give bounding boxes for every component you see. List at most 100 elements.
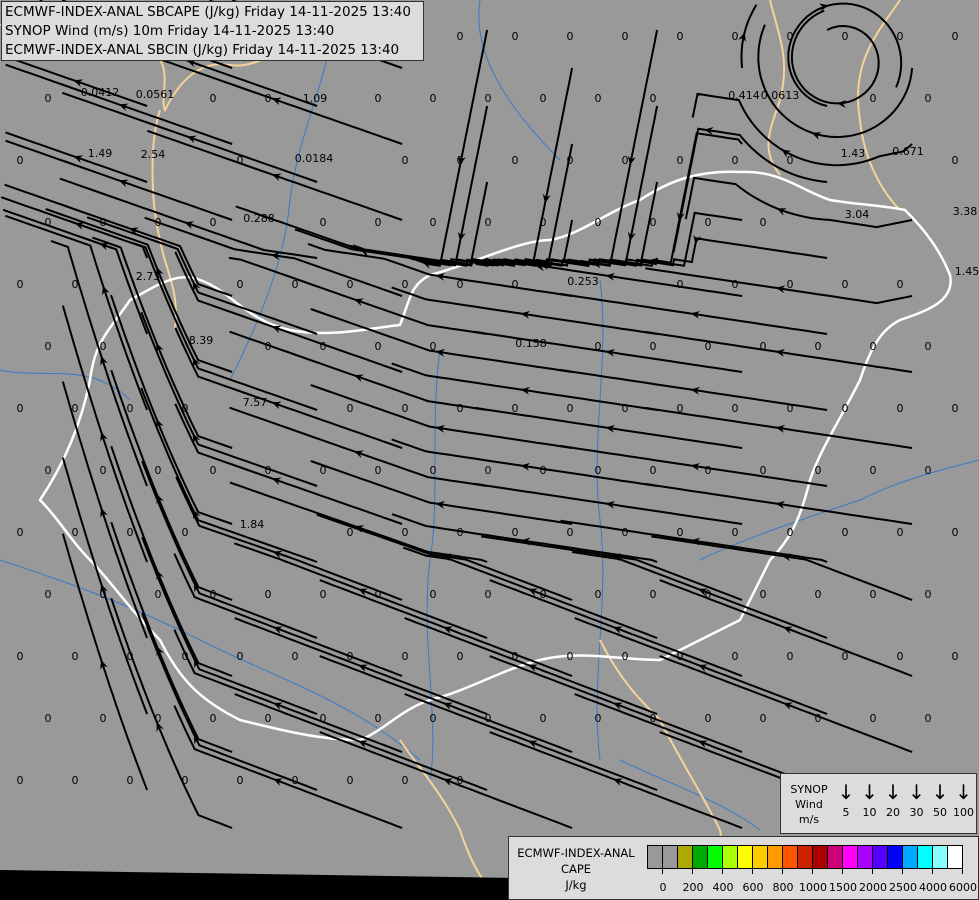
cape-station-value: 0 (457, 154, 464, 167)
streamline-2 (410, 29, 489, 267)
wind-arrow-down-icon: ↓ (861, 780, 878, 804)
colorbar-tick-label: 6000 (949, 881, 977, 894)
cape-station-value: 0 (512, 154, 519, 167)
cape-station-value: 0 (265, 712, 272, 725)
cape-station-value: 0 (375, 712, 382, 725)
weather-map: 0.0412 0.0561 1.09 1.49 2.54 0.0184 0.288 0.414… (0, 0, 979, 900)
synop-wind-legend: SYNOP Wind m/s ↓ 5 ↓ 10 ↓ 20 ↓ 30 ↓ 50 ↓ 100 (780, 773, 977, 834)
cape-station-value: 0 (320, 216, 327, 229)
cape-station-value: 0 (402, 402, 409, 415)
cape-station-value: 0 (760, 464, 767, 477)
colorbar-swatch-2 (678, 846, 693, 868)
river-line (619, 759, 761, 831)
cape-station-value: 0 (815, 588, 822, 601)
cape-station-value: 0 (897, 278, 904, 291)
colorbar-swatch-5 (723, 846, 738, 868)
colorbar (647, 845, 963, 869)
colorbar-tick (812, 868, 813, 874)
cape-station-value: 0 (677, 154, 684, 167)
cape-station-value: 0 (952, 650, 959, 663)
cape-station-value: 0 (705, 340, 712, 353)
synop-legend-item-50: ↓ 50 (929, 778, 951, 820)
cape-station-value: 1.43 (841, 147, 866, 160)
cape-station-value: 0 (567, 402, 574, 415)
streamline-arrow-icon (118, 179, 129, 188)
streamline-51 (133, 242, 318, 411)
cape-station-value: 0 (17, 154, 24, 167)
streamline-arrow-icon (100, 507, 108, 518)
streamline-15 (5, 63, 233, 145)
cape-station-value: 0 (732, 526, 739, 539)
cape-station-value: 0 (375, 588, 382, 601)
cape-station-value: 8.39 (189, 334, 214, 347)
cape-station-value: 0 (457, 402, 464, 415)
wind-arrow-down-icon: ↓ (884, 780, 902, 804)
cape-station-value: 0 (100, 712, 107, 725)
cape-station-value: 0 (705, 588, 712, 601)
cape-station-value: 0 (677, 650, 684, 663)
wind-arrow-down-icon: ↓ (837, 780, 855, 804)
cape-station-value: 0 (72, 650, 79, 663)
cape-station-value: 0 (540, 464, 547, 477)
colorbar-tick-label: 600 (742, 881, 764, 894)
river-line (478, 0, 561, 161)
cape-station-value: 0 (512, 30, 519, 43)
cape-station-value: 0 (870, 340, 877, 353)
colorbar-tick (962, 868, 963, 874)
wind-arrow-down-icon: ↓ (908, 780, 925, 804)
cape-station-value: 0 (870, 712, 877, 725)
synop-legend-item-100: ↓ 100 (953, 778, 975, 820)
colorbar-tick-label: 0 (659, 881, 667, 894)
colorbar-swatch-3 (693, 846, 708, 868)
streamline-86 (173, 553, 403, 677)
cape-station-value: 0 (155, 464, 162, 477)
synop-speed-label: 30 (909, 806, 924, 819)
streamline-61 (140, 311, 318, 487)
cape-station-value: 0 (237, 154, 244, 167)
colorbar-tick-label: 800 (772, 881, 794, 894)
cape-station-value: 0 (567, 650, 574, 663)
colorbar-tick (932, 868, 933, 874)
cape-station-value: 0 (127, 650, 134, 663)
cape-station-value: 0 (567, 526, 574, 539)
cape-station-value: 0 (45, 340, 52, 353)
outside-domain-area (0, 870, 520, 900)
synop-speed-label: 20 (886, 806, 900, 819)
colorbar-tick-label: 4000 (919, 881, 947, 894)
cape-station-value: 0 (952, 526, 959, 539)
cape-station-value: 0 (72, 774, 79, 787)
cape-station-value: 0 (17, 774, 24, 787)
cape-station-value: 0 (925, 588, 932, 601)
cape-station-value: 0 (375, 464, 382, 477)
cape-station-value: 0 (650, 712, 657, 725)
cape-station-value: 0 (485, 92, 492, 105)
cape-station-value: 0 (457, 526, 464, 539)
streamline-46 (174, 251, 403, 373)
cape-station-value: 0 (457, 650, 464, 663)
synop-speed-label: 50 (933, 806, 947, 819)
cape-station-value: 0 (292, 650, 299, 663)
cape-station-value: 2.54 (141, 148, 166, 161)
cape-station-value: 0 (540, 92, 547, 105)
cape-station-value: 0 (210, 588, 217, 601)
colorbar-swatch-20 (948, 846, 962, 868)
cape-legend-title-1: ECMWF-INDEX-ANAL (517, 846, 635, 860)
cape-station-value: 0.0412 (81, 86, 120, 99)
streamline-arrow-icon (100, 431, 108, 442)
cape-station-value: 0 (457, 278, 464, 291)
cape-station-value: 0 (622, 154, 629, 167)
streamline-25 (5, 139, 233, 221)
cape-station-value: 0 (870, 464, 877, 477)
cape-station-value: 0 (182, 650, 189, 663)
title-line-cape: ECMWF-INDEX-ANAL SBCAPE (J/kg) Friday 14… (5, 4, 411, 20)
cape-station-value: 7.57 (243, 396, 268, 409)
cape-station-value: 0 (787, 30, 794, 43)
cape-station-value: 0 (155, 588, 162, 601)
streamline-arrow-icon (101, 285, 110, 296)
cape-station-value: 0.671 (892, 145, 924, 158)
cape-station-value: 0 (622, 650, 629, 663)
cape-station-value: 0 (430, 92, 437, 105)
colorbar-ticks: 0 200 400 600 800 1000 1500 2000 2500 4000 6000 (647, 868, 977, 898)
cape-station-value: 0 (292, 278, 299, 291)
cape-station-value: 0 (430, 588, 437, 601)
